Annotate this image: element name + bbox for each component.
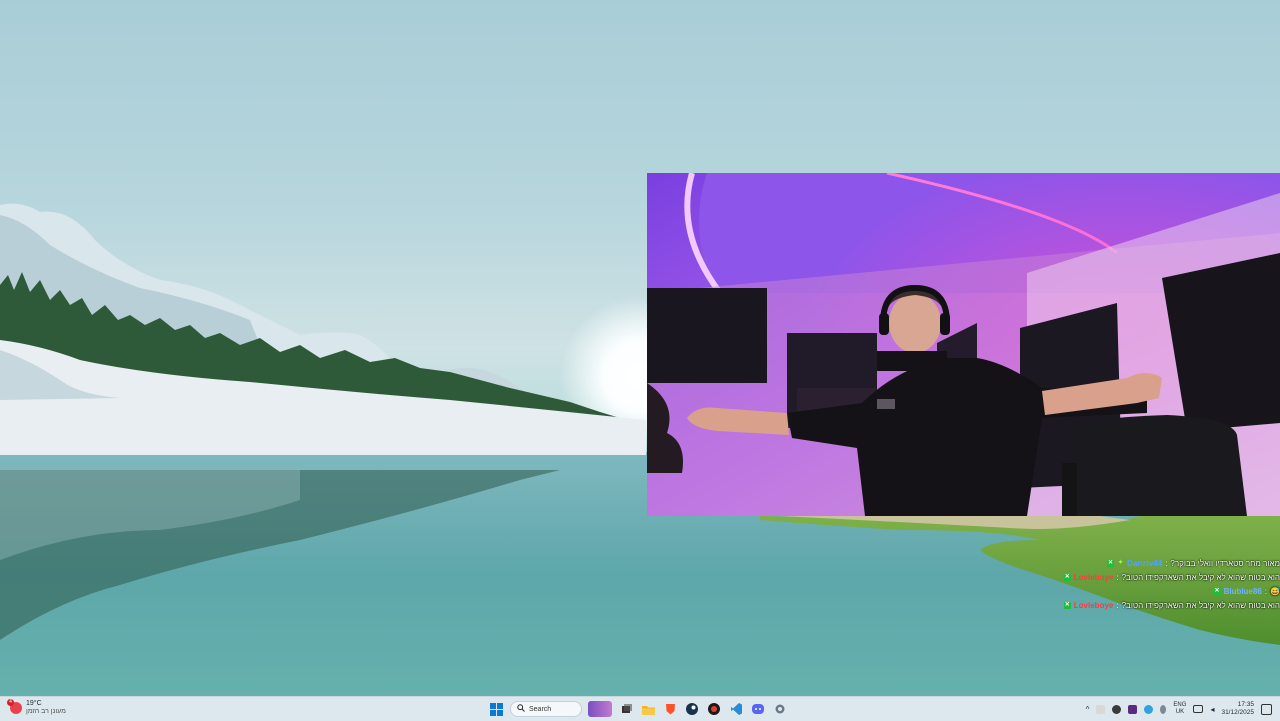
weather-temp: 19°C (26, 700, 42, 707)
weather-widget[interactable]: 4 19°C מעונן רב הזמן (7, 699, 66, 716)
language-code: ENG (1173, 702, 1187, 708)
task-view-icon[interactable] (618, 701, 634, 717)
sparkle-badge-icon: ✦ (1118, 559, 1124, 566)
chat-separator: : (1264, 586, 1268, 596)
chevron-up-icon[interactable]: ^ (1086, 705, 1090, 714)
people-icon[interactable] (588, 701, 612, 717)
clock-date: 31/12/2025 (1221, 709, 1254, 716)
chat-separator: : (1165, 558, 1168, 568)
taskbar-pinned-apps: Search (488, 699, 788, 719)
notification-badge: 4 (7, 699, 14, 706)
chat-username: Lovleboye (1073, 600, 1114, 610)
webcam-overlay (647, 173, 1280, 516)
search-placeholder: Search (529, 705, 552, 713)
chat-separator: : (1116, 600, 1119, 610)
chat-message: ✕ Lovleboye : הוא בטוח שהוא לא קיבל את ה… (1044, 570, 1280, 584)
webcam-feed (647, 173, 1280, 516)
tray-app-icon[interactable] (1096, 704, 1106, 714)
file-explorer-icon[interactable] (640, 701, 656, 717)
taskbar: 4 19°C מעונן רב הזמן Search ^ ENG UK ◂ 1… (0, 696, 1280, 721)
tray-app-icon[interactable] (1144, 704, 1154, 714)
moderator-badge-icon: ✕ (1063, 573, 1071, 581)
keyboard-layout: UK (1175, 709, 1185, 715)
notifications-icon[interactable] (1261, 703, 1272, 715)
taskbar-search[interactable]: Search (510, 701, 582, 717)
weather-desc: מעונן רב הזמן (26, 708, 66, 715)
chat-text: 😅 (1270, 586, 1280, 596)
chat-overlay: ✕ ✦ Danztv44 : מאור מחר סטארדיו וואלי בב… (1044, 556, 1280, 612)
clock-time: 17:35 (1237, 701, 1254, 708)
chat-username: Blublue86 (1223, 586, 1262, 596)
volume-icon[interactable]: ◂ (1210, 705, 1214, 714)
tray-obs-icon[interactable] (1112, 704, 1122, 714)
chat-message: ✕ ✦ Danztv44 : מאור מחר סטארדיו וואלי בב… (1044, 556, 1280, 570)
discord-icon[interactable] (750, 701, 766, 717)
chat-text: מאור מחר סטארדיו וואלי בבוקר? (1170, 558, 1280, 568)
chat-separator: : (1116, 572, 1119, 582)
clock[interactable]: 17:35 31/12/2025 (1221, 701, 1254, 717)
microphone-icon[interactable] (1160, 704, 1167, 714)
chat-message: ✕ Blublue86 : 😅 (1044, 584, 1280, 598)
start-icon[interactable] (488, 701, 504, 717)
app-red-icon[interactable] (706, 701, 722, 717)
chat-message: ✕ Lovleboye : הוא בטוח שהוא לא קיבל את ה… (1044, 598, 1280, 612)
settings-icon[interactable] (772, 701, 788, 717)
tray-app-icon[interactable] (1128, 704, 1138, 714)
weather-icon: 4 (7, 699, 22, 714)
vscode-icon[interactable] (728, 701, 744, 717)
chat-text: הוא בטוח שהוא לא קיבל את השארקפידו הטוב? (1121, 600, 1280, 610)
moderator-badge-icon: ✕ (1063, 601, 1071, 609)
language-indicator[interactable]: ENG UK (1173, 702, 1186, 716)
search-icon (517, 704, 525, 714)
brave-icon[interactable] (662, 701, 678, 717)
chat-username: Danztv44 (1127, 558, 1163, 568)
moderator-badge-icon: ✕ (1213, 587, 1221, 595)
chat-text: הוא בטוח שהוא לא קיבל את השארקפידו הטוב? (1121, 572, 1280, 582)
chat-username: Lovleboye (1073, 572, 1114, 582)
moderator-badge-icon: ✕ (1107, 559, 1115, 567)
system-tray: ^ ENG UK ◂ 17:35 31/12/2025 (1086, 699, 1272, 719)
steam-icon[interactable] (684, 701, 700, 717)
network-icon[interactable] (1193, 705, 1204, 713)
